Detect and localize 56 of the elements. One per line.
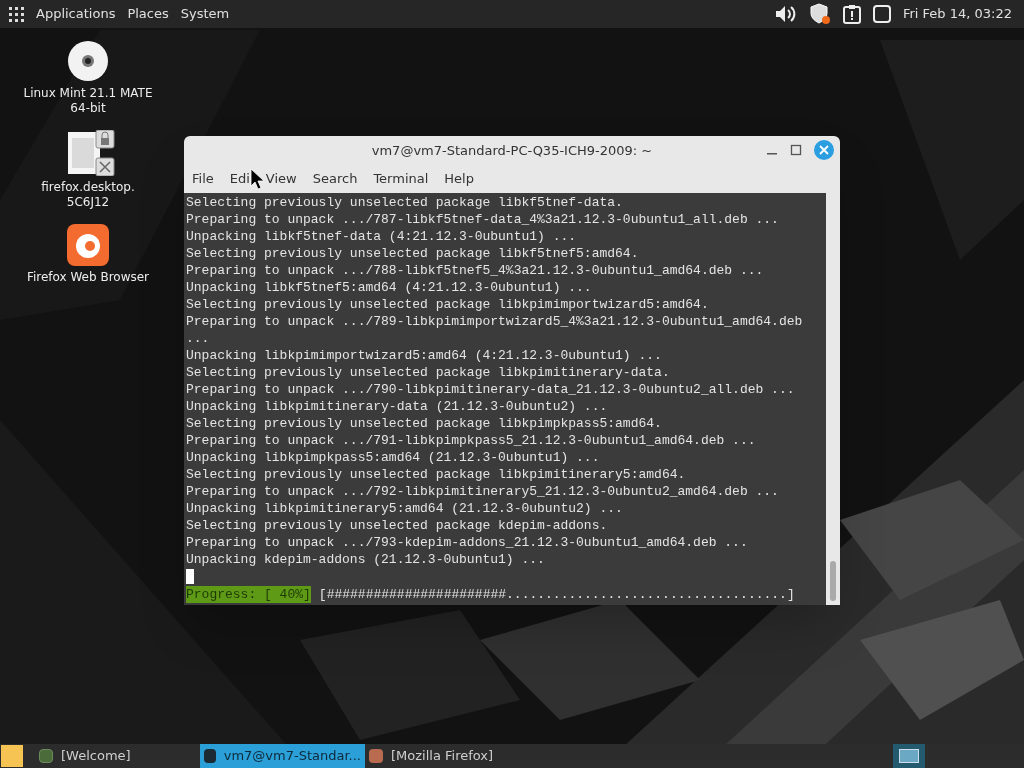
terminal-line: Unpacking libkpimimportwizard5:amd64 (4:21.12.3-0ubuntu1) ...: [186, 347, 663, 364]
desktop-icon-label[interactable]: Linux Mint 21.1 MATE 64-bit: [22, 86, 154, 116]
clock[interactable]: Fri Feb 14, 03:22: [902, 4, 1012, 24]
workspace-switcher[interactable]: [893, 744, 925, 768]
maximize-icon[interactable]: [790, 144, 802, 156]
menu-item[interactable]: Terminal: [373, 169, 429, 189]
mouse-pointer-icon: [250, 168, 266, 190]
terminal-line: Selecting previously unselected package libkf5tnef-data.: [186, 194, 624, 211]
grid-icon[interactable]: [8, 6, 24, 22]
terminal-line: Preparing to unpack .../790-libkpimitinerary-data_21.12.3-0ubuntu2_all.deb ...: [186, 381, 796, 398]
terminal-line: Selecting previously unselected package libkpimitinerary-data.: [186, 364, 671, 381]
text-cursor: [186, 569, 194, 584]
terminal-line: Unpacking libkf5tnef-data (4:21.12.3-0ubuntu1) ...: [186, 228, 578, 245]
terminal-line: Unpacking libkf5tnef5:amd64 (4:21.12.3-0ubuntu1) ...: [186, 279, 593, 296]
terminal-line: Unpacking libkpimpkpass5:amd64 (21.12.3-0ubuntu1) ...: [186, 449, 601, 466]
terminal-line: Unpacking libkpimitinerary-data (21.12.3-0ubuntu2) ...: [186, 398, 609, 415]
close-icon[interactable]: [814, 140, 834, 160]
menu-item[interactable]: Help: [444, 169, 474, 189]
menu-item[interactable]: View: [265, 169, 297, 189]
disc-icon[interactable]: [67, 40, 109, 82]
window-icon: [39, 749, 53, 763]
terminal-icon: [204, 749, 216, 763]
terminal-line: ...: [186, 330, 211, 347]
terminal-line: Unpacking kdepim-addons (21.12.3-0ubuntu1) ...: [186, 551, 546, 568]
terminal-line: Selecting previously unselected package libkf5tnef5:amd64.: [186, 245, 640, 262]
panel-menu[interactable]: Places: [127, 4, 169, 24]
menu-item[interactable]: Search: [312, 169, 358, 189]
terminal-line: Preparing to unpack .../788-libkf5tnef5_4%3a21.12.3-0ubuntu1_amd64.deb ...: [186, 262, 765, 279]
taskbar-button[interactable]: [Welcome]: [35, 744, 200, 768]
terminal-line: Preparing to unpack .../791-libkpimpkpass5_21.12.3-0ubuntu1_amd64.deb ...: [186, 432, 757, 449]
terminal-line: Selecting previously unselected package kdepim-addons.: [186, 517, 609, 534]
browser-icon: [369, 749, 383, 763]
panel-menu[interactable]: System: [180, 4, 230, 24]
menu-item[interactable]: Edi: [229, 169, 250, 189]
terminal-line: Preparing to unpack .../793-kdepim-addons_21.12.3-0ubuntu1_amd64.deb ...: [186, 534, 749, 551]
shield-icon[interactable]: [808, 3, 831, 25]
terminal-line: Preparing to unpack .../789-libkpimimportwizard5_4%3a21.12.3-0ubuntu1_amd64.deb: [186, 313, 804, 330]
terminal-line: Unpacking libkpimitinerary5:amd64 (21.12.3-0ubuntu2) ...: [186, 500, 624, 517]
clipboard-icon[interactable]: [842, 4, 861, 24]
terminal-line: Selecting previously unselected package libkpimpkpass5:amd64.: [186, 415, 663, 432]
desktop-icon-label[interactable]: firefox.desktop. 5C6J12: [22, 180, 154, 210]
taskbar-button[interactable]: vm7@vm7-Standar...: [200, 744, 365, 768]
panel-menu[interactable]: Applications: [36, 4, 116, 24]
browser-icon[interactable]: [67, 224, 109, 266]
terminal-line: Selecting previously unselected package libkpimimportwizard5:amd64.: [186, 296, 710, 313]
speaker-icon[interactable]: [774, 4, 797, 24]
terminal-line: Preparing to unpack .../792-libkpimitinerary5_21.12.3-0ubuntu2_amd64.deb ...: [186, 483, 780, 500]
terminal-line: Preparing to unpack .../787-libkf5tnef-data_4%3a21.12.3-0ubuntu1_all.deb ...: [186, 211, 780, 228]
window-title: vm7@vm7-Standard-PC-Q35-ICH9-2009: ~: [371, 141, 653, 160]
network-icon[interactable]: [872, 5, 891, 23]
taskbar-button[interactable]: [Mozilla Firefox]: [365, 744, 530, 768]
progress-label: Progress: [ 40%]: [186, 586, 311, 603]
menu-item[interactable]: File: [192, 169, 214, 189]
terminal-line: Selecting previously unselected package libkpimitinerary5:amd64.: [186, 466, 687, 483]
progress-bar-text: [#######################....................................]: [318, 586, 795, 603]
desktop-icon-label[interactable]: Firefox Web Browser: [26, 270, 150, 285]
